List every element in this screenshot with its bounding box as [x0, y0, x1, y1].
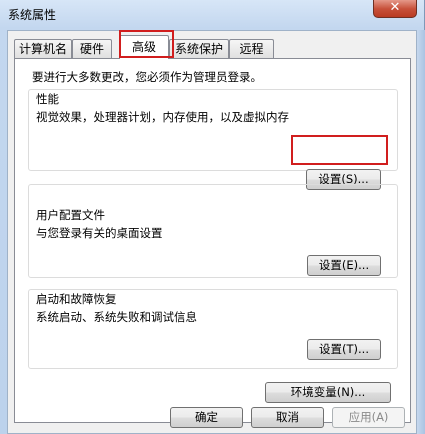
startup-recovery-description: 系统启动、系统失败和调试信息: [36, 310, 197, 324]
ok-button[interactable]: 确定: [170, 407, 243, 428]
close-icon: ✕: [389, 0, 401, 15]
startup-recovery-heading: 启动和故障恢复: [36, 292, 117, 306]
environment-variables-button[interactable]: 环境变量(N)...: [265, 382, 391, 403]
user-profiles-settings-button[interactable]: 设置(E)...: [307, 255, 381, 276]
window-right-edge: [417, 30, 425, 434]
cancel-button[interactable]: 取消: [251, 407, 324, 428]
apply-button[interactable]: 应用(A): [332, 407, 405, 428]
performance-group: [28, 89, 398, 171]
system-properties-window: 系统属性 ✕ 计算机名 硬件 高级 系统保护 远程 要进行大多数更改，您必须作为…: [0, 0, 425, 434]
admin-notice: 要进行大多数更改，您必须作为管理员登录。: [32, 70, 262, 84]
performance-heading: 性能: [36, 92, 59, 106]
tab-advanced[interactable]: 高级: [119, 35, 169, 59]
dialog-client-area: 计算机名 硬件 高级 系统保护 远程 要进行大多数更改，您必须作为管理员登录。 …: [7, 30, 417, 434]
close-button[interactable]: ✕: [373, 0, 417, 18]
startup-recovery-settings-button[interactable]: 设置(T)...: [307, 339, 381, 360]
tab-computer-name[interactable]: 计算机名: [14, 39, 72, 58]
tab-system-protection[interactable]: 系统保护: [169, 39, 229, 58]
tab-hardware[interactable]: 硬件: [72, 39, 112, 58]
window-title: 系统属性: [8, 8, 57, 22]
user-profiles-heading: 用户配置文件: [36, 208, 105, 222]
performance-description: 视觉效果，处理器计划，内存使用，以及虚拟内存: [36, 110, 289, 124]
title-bar[interactable]: 系统属性 ✕: [0, 0, 425, 30]
tab-strip: 计算机名 硬件 高级 系统保护 远程: [8, 31, 418, 59]
user-profiles-description: 与您登录有关的桌面设置: [36, 226, 163, 240]
tab-remote[interactable]: 远程: [229, 39, 274, 58]
advanced-tab-panel: 要进行大多数更改，您必须作为管理员登录。 性能 视觉效果，处理器计划，内存使用，…: [14, 58, 411, 423]
